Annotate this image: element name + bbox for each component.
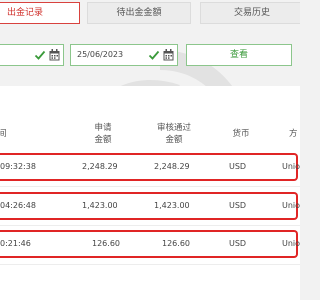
calendar-icon[interactable] bbox=[163, 49, 174, 61]
withdrawal-history-page: 出金记录 待出金金額 交易历史 25/06/2023 查看 间 申请 金额 审核… bbox=[0, 0, 300, 300]
cell-currency: USD bbox=[229, 162, 247, 171]
tab-trade-history[interactable]: 交易历史 bbox=[200, 2, 300, 24]
cell-currency: USD bbox=[229, 239, 247, 248]
column-header-time: 间 bbox=[0, 129, 7, 139]
cell-time: 0:21:46 bbox=[0, 239, 31, 248]
cell-requested-amount: 1,423.00 bbox=[82, 201, 118, 210]
tab-pending-withdrawal-amount[interactable]: 待出金金額 bbox=[87, 2, 191, 24]
cell-time: 09:32:38 bbox=[0, 162, 36, 171]
cell-requested-amount: 2,248.29 bbox=[82, 162, 118, 171]
end-date-field[interactable]: 25/06/2023 bbox=[70, 44, 178, 66]
cell-method: Unio bbox=[282, 201, 300, 210]
cell-approved-amount: 2,248.29 bbox=[154, 162, 190, 171]
cell-time: 04:26:48 bbox=[0, 201, 36, 210]
search-button[interactable]: 查看 bbox=[186, 44, 292, 66]
check-icon bbox=[34, 50, 46, 60]
row-divider bbox=[0, 264, 300, 265]
calendar-icon[interactable] bbox=[49, 49, 60, 61]
check-icon bbox=[148, 50, 160, 60]
row-divider bbox=[0, 186, 300, 187]
table-row[interactable]: 04:26:48 1,423.00 1,423.00 USD Unio bbox=[0, 192, 300, 220]
column-header-currency: 货币 bbox=[232, 129, 250, 139]
withdrawal-table: 间 申请 金额 审核通过 金额 货币 方 09:32:38 2,248.29 2… bbox=[0, 86, 300, 300]
tab-withdrawal-records[interactable]: 出金记录 bbox=[0, 2, 80, 24]
cell-method: Unio bbox=[282, 239, 300, 248]
row-divider bbox=[0, 225, 300, 226]
cell-currency: USD bbox=[229, 201, 247, 210]
row-highlight-box bbox=[0, 230, 298, 258]
row-highlight-box bbox=[0, 192, 298, 220]
row-highlight-box bbox=[0, 153, 298, 181]
column-header-approved-amount: 审核通过 金额 bbox=[156, 123, 191, 145]
column-header-requested-amount: 申请 金额 bbox=[94, 123, 112, 145]
table-row[interactable]: 09:32:38 2,248.29 2,248.29 USD Unio bbox=[0, 153, 300, 181]
table-row[interactable]: 0:21:46 126.60 126.60 USD Unio bbox=[0, 230, 300, 258]
column-header-method: 方 bbox=[289, 129, 298, 139]
cell-approved-amount: 126.60 bbox=[162, 239, 190, 248]
start-date-field[interactable] bbox=[0, 44, 64, 66]
cell-method: Unio bbox=[282, 162, 300, 171]
end-date-value: 25/06/2023 bbox=[77, 50, 124, 59]
cell-approved-amount: 1,423.00 bbox=[154, 201, 190, 210]
cell-requested-amount: 126.60 bbox=[92, 239, 120, 248]
